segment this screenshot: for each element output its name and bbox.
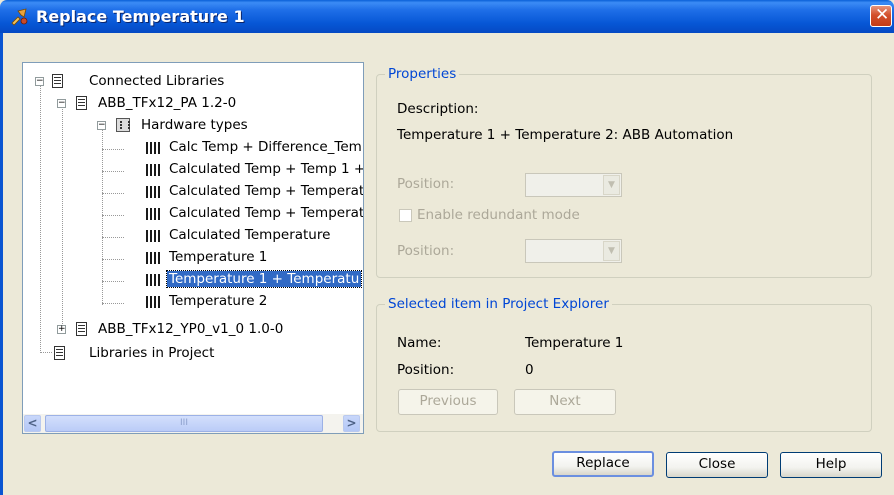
tree-node-label: Hardware types xyxy=(141,117,248,133)
help-button[interactable]: Help xyxy=(780,452,882,478)
tree-node-hardware-types[interactable]: − Hardware types xyxy=(23,115,363,137)
tree-node-label: ABB_TFx12_PA 1.2-0 xyxy=(98,95,237,111)
tree-item-hardware-type[interactable]: Calculated Temperature xyxy=(23,225,363,247)
tree-item-hardware-type[interactable]: Calculated Temp + Temperat xyxy=(23,203,363,225)
tree-node-connected-libraries[interactable]: − Connected Libraries xyxy=(23,71,363,93)
tree-item-label: Calculated Temp + Temp 1 + xyxy=(169,161,363,177)
close-icon: ✕ xyxy=(875,5,890,25)
enable-redundant-checkbox[interactable] xyxy=(399,209,412,222)
tree-item-hardware-type-selected[interactable]: Temperature 1 + Temperatu xyxy=(23,269,363,291)
tree-node-lib2[interactable]: + ABB_TFx12_YP0_v1_0 1.0-0 xyxy=(23,319,363,341)
scroll-thumb[interactable]: III xyxy=(45,415,323,432)
device-icon xyxy=(146,251,164,265)
description-value: Temperature 1 + Temperature 2: ABB Autom… xyxy=(397,127,734,143)
position-label: Position: xyxy=(397,362,455,378)
properties-group-title: Properties xyxy=(385,66,460,82)
name-label: Name: xyxy=(397,335,442,351)
properties-group: Properties Description: Temperature 1 + … xyxy=(376,66,872,278)
collapse-icon[interactable]: − xyxy=(35,77,44,86)
position-label-2: Position: xyxy=(397,243,455,259)
tree-node-libraries-in-project[interactable]: Libraries in Project xyxy=(23,343,363,365)
tree-item-label: Temperature 2 xyxy=(169,293,268,309)
device-icon xyxy=(146,207,164,221)
close-window-button[interactable]: ✕ xyxy=(870,5,892,27)
tree-item-label: Calc Temp + Difference_Tem xyxy=(169,139,362,155)
tree-node-label: Connected Libraries xyxy=(89,73,225,89)
device-icon xyxy=(146,163,164,177)
device-icon xyxy=(146,141,164,155)
selected-item-group: Selected item in Project Explorer Name: … xyxy=(376,296,872,432)
collapse-icon[interactable]: − xyxy=(97,121,106,130)
tree-item-hardware-type[interactable]: Calculated Temp + Temp 1 + xyxy=(23,159,363,181)
scroll-left-button[interactable]: < xyxy=(24,415,41,432)
previous-button[interactable]: Previous xyxy=(398,389,498,415)
tree-node-lib1[interactable]: − ABB_TFx12_PA 1.2-0 xyxy=(23,93,363,115)
tree-item-hardware-type[interactable]: Calc Temp + Difference_Tem xyxy=(23,137,363,159)
tree-item-label: Calculated Temp + Temperat xyxy=(169,183,363,199)
library-folder-icon xyxy=(52,74,63,88)
tree-item-hardware-type[interactable]: Temperature 2 xyxy=(23,291,363,313)
expand-icon[interactable]: + xyxy=(57,325,66,334)
library-folder-icon xyxy=(54,346,65,360)
selected-item-group-title: Selected item in Project Explorer xyxy=(385,296,612,312)
tree-item-label: Calculated Temperature xyxy=(169,227,331,243)
tree-item-label: Temperature 1 + Temperatu xyxy=(165,270,363,288)
description-label: Description: xyxy=(397,101,479,117)
dropdown-arrow-icon: ▼ xyxy=(603,175,620,195)
tree-item-label: Calculated Temp + Temperat xyxy=(169,205,363,221)
tree-item-hardware-type[interactable]: Calculated Temp + Temperat xyxy=(23,181,363,203)
replace-tool-icon xyxy=(11,8,28,26)
replace-dialog: Replace Temperature 1 ✕ − Connected Libr… xyxy=(0,0,894,495)
tree-item-hardware-type[interactable]: Temperature 1 xyxy=(23,247,363,269)
tree-item-label: Temperature 1 xyxy=(169,249,268,265)
tree-node-label: Libraries in Project xyxy=(89,345,215,361)
position-select-1[interactable]: ▼ xyxy=(525,173,622,197)
library-tree[interactable]: − Connected Libraries − ABB_TFx12_PA 1.2… xyxy=(22,62,364,434)
position-value: 0 xyxy=(525,362,534,378)
scroll-right-button[interactable]: > xyxy=(343,415,360,432)
close-button[interactable]: Close xyxy=(666,452,768,478)
dropdown-arrow-icon: ▼ xyxy=(603,241,620,261)
window-frame-left xyxy=(0,33,3,495)
title-bar[interactable]: Replace Temperature 1 ✕ xyxy=(0,0,894,33)
library-icon xyxy=(76,322,87,336)
next-button[interactable]: Next xyxy=(514,389,616,415)
name-value: Temperature 1 xyxy=(525,335,624,351)
collapse-icon[interactable]: − xyxy=(57,99,66,108)
device-icon xyxy=(146,185,164,199)
replace-button[interactable]: Replace xyxy=(552,451,654,477)
position-select-2[interactable]: ▼ xyxy=(525,239,622,263)
tree-node-label: ABB_TFx12_YP0_v1_0 1.0-0 xyxy=(98,321,284,337)
device-icon xyxy=(146,273,164,287)
horizontal-scrollbar[interactable]: < III > xyxy=(23,414,363,433)
tree-content: − Connected Libraries − ABB_TFx12_PA 1.2… xyxy=(23,63,363,413)
device-icon xyxy=(146,229,164,243)
hardware-types-icon xyxy=(116,118,130,132)
position-label-1: Position: xyxy=(397,176,455,192)
library-icon xyxy=(76,96,87,110)
window-title: Replace Temperature 1 xyxy=(36,7,245,26)
device-icon xyxy=(146,295,164,309)
enable-redundant-label: Enable redundant mode xyxy=(417,207,580,223)
